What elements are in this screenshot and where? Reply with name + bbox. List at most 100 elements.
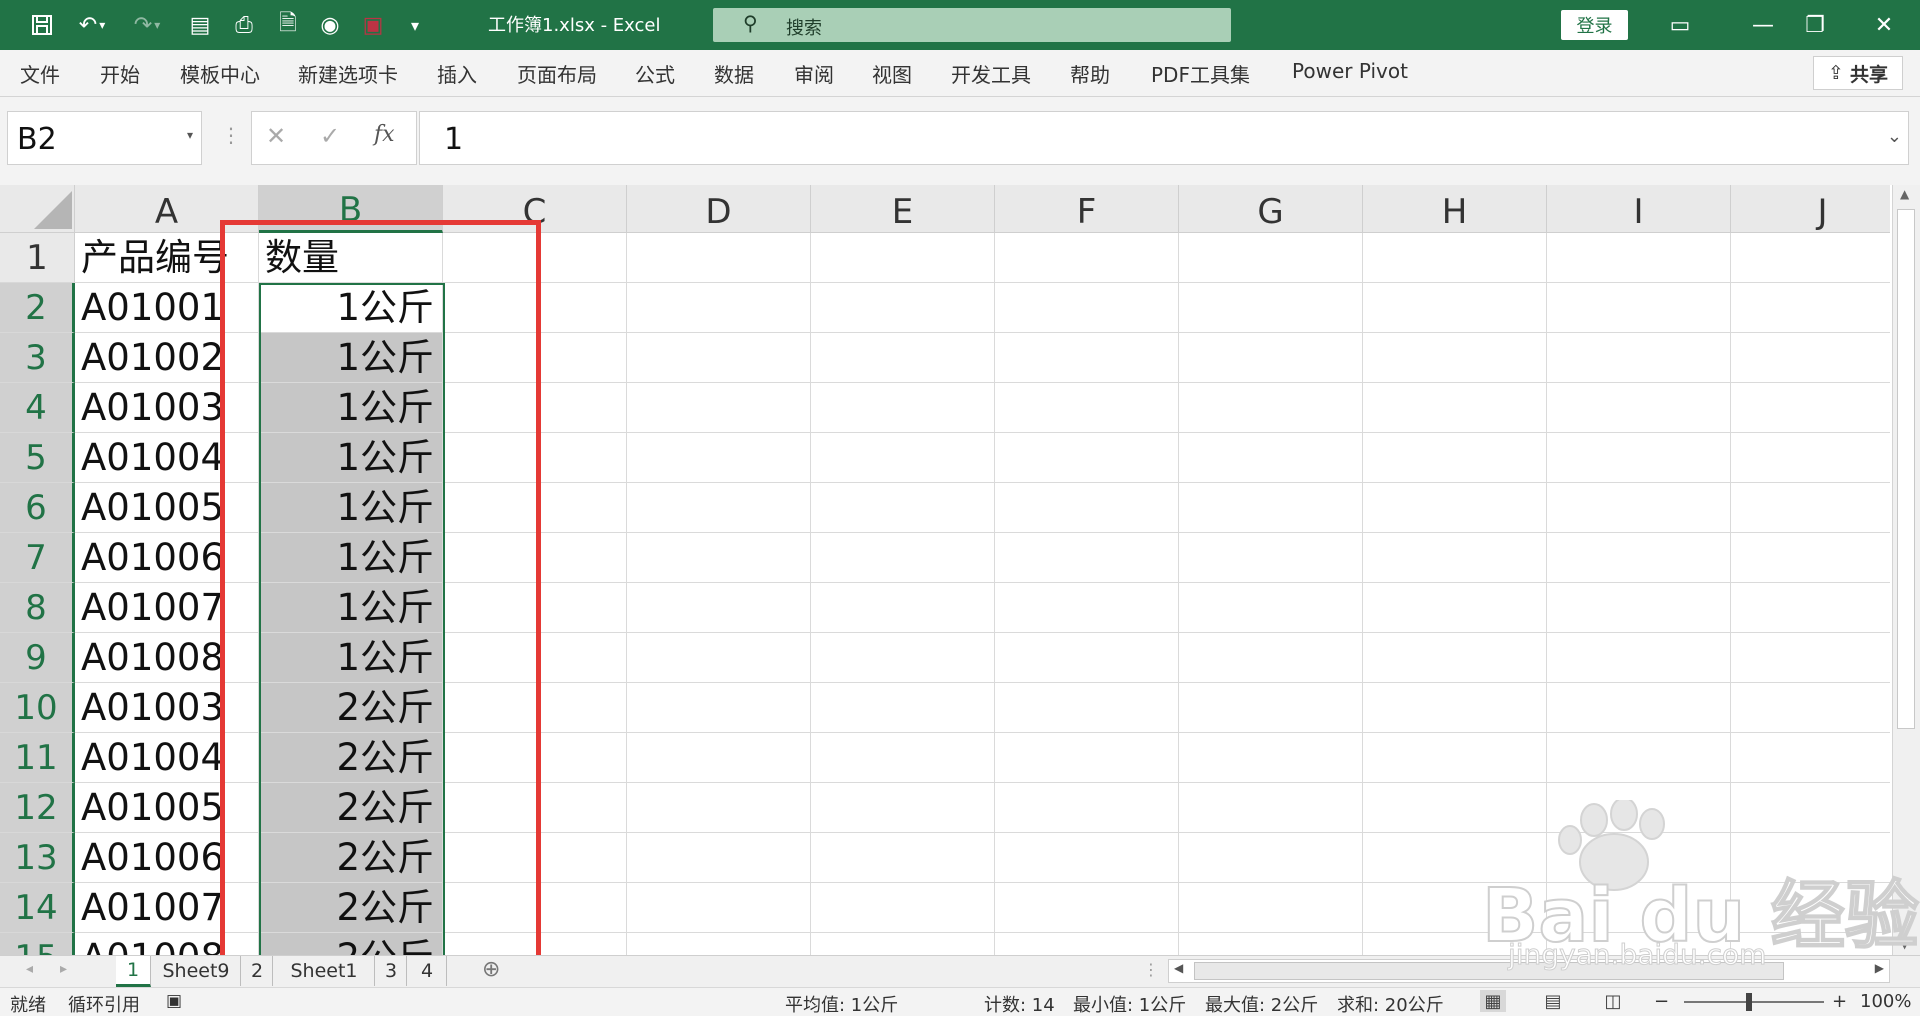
cell-empty[interactable] [1547, 633, 1731, 683]
cell-a[interactable]: A01003 [75, 683, 259, 733]
cell-empty[interactable] [1179, 833, 1363, 883]
cancel-icon[interactable]: ✕ [266, 122, 286, 150]
cell-empty[interactable] [811, 283, 995, 333]
cell-b[interactable]: 1公斤 [259, 633, 443, 683]
column-header-i[interactable]: I [1547, 185, 1731, 233]
cell-empty[interactable] [443, 283, 627, 333]
row-header[interactable]: 3 [0, 333, 75, 383]
cell-empty[interactable] [811, 883, 995, 933]
cell-empty[interactable] [995, 733, 1179, 783]
cell-empty[interactable] [627, 483, 811, 533]
cell-empty[interactable] [443, 583, 627, 633]
cell-empty[interactable] [811, 233, 995, 283]
normal-view-icon[interactable]: ▦ [1480, 990, 1506, 1012]
cell-empty[interactable] [1179, 883, 1363, 933]
cell-b[interactable]: 2公斤 [259, 883, 443, 933]
cell-a[interactable]: A01006 [75, 833, 259, 883]
form-icon[interactable]: ▤ [182, 0, 218, 50]
cell-empty[interactable] [1547, 833, 1731, 883]
cell-empty[interactable] [1179, 283, 1363, 333]
cell-empty[interactable] [995, 483, 1179, 533]
sheet-tab-sheet9[interactable]: Sheet9 [152, 956, 241, 986]
cell-empty[interactable] [811, 333, 995, 383]
page-layout-view-icon[interactable]: ▤ [1540, 990, 1566, 1012]
vertical-scroll-thumb[interactable] [1897, 209, 1915, 729]
column-header-f[interactable]: F [995, 185, 1179, 233]
tab-new-tab[interactable]: 新建选项卡 [298, 59, 398, 88]
cell-empty[interactable] [1731, 383, 1890, 433]
cell-b[interactable]: 1公斤 [259, 433, 443, 483]
vertical-scrollbar[interactable]: ▲ ▼ [1892, 185, 1920, 955]
tab-insert[interactable]: 插入 [437, 59, 477, 88]
row-header[interactable]: 1 [0, 233, 75, 283]
column-header-e[interactable]: E [811, 185, 995, 233]
cell-empty[interactable] [1179, 333, 1363, 383]
tab-split-handle-icon[interactable]: ⋮ [1143, 960, 1159, 979]
cell-empty[interactable] [1179, 783, 1363, 833]
cell-empty[interactable] [627, 533, 811, 583]
cell-empty[interactable] [1547, 383, 1731, 433]
cell-empty[interactable] [1547, 433, 1731, 483]
cell-empty[interactable] [995, 933, 1179, 955]
cell-empty[interactable] [811, 383, 995, 433]
cell-a[interactable]: 产品编号 [75, 233, 259, 283]
cell-empty[interactable] [1547, 533, 1731, 583]
cell-empty[interactable] [1363, 633, 1547, 683]
cell-empty[interactable] [443, 733, 627, 783]
cell-empty[interactable] [995, 333, 1179, 383]
status-circular-reference[interactable]: 循环引用 [68, 991, 140, 1017]
cell-a[interactable]: A01001 [75, 283, 259, 333]
cell-empty[interactable] [443, 483, 627, 533]
cell-empty[interactable] [1547, 283, 1731, 333]
customize-toolbar-icon[interactable]: ▾ [398, 0, 432, 50]
scroll-right-icon[interactable]: ▶ [1875, 961, 1884, 975]
page-break-view-icon[interactable]: ◫ [1600, 990, 1626, 1012]
cell-b[interactable]: 数量 [259, 233, 443, 283]
cell-a[interactable]: A01004 [75, 733, 259, 783]
scroll-up-icon[interactable]: ▲ [1900, 187, 1909, 201]
cell-empty[interactable] [627, 433, 811, 483]
cell-empty[interactable] [443, 233, 627, 283]
cell-a[interactable]: A01007 [75, 883, 259, 933]
cell-empty[interactable] [1179, 433, 1363, 483]
cell-empty[interactable] [1363, 733, 1547, 783]
status-min[interactable]: 最小值: 1公斤 [1073, 991, 1186, 1017]
cell-empty[interactable] [811, 733, 995, 783]
cell-empty[interactable] [1547, 583, 1731, 633]
cell-b[interactable]: 1公斤 [259, 383, 443, 433]
cell-b[interactable]: 2公斤 [259, 933, 443, 955]
column-header-g[interactable]: G [1179, 185, 1363, 233]
scroll-left-icon[interactable]: ◀ [1174, 961, 1183, 975]
cell-empty[interactable] [1547, 483, 1731, 533]
close-icon[interactable]: ✕ [1864, 0, 1904, 50]
cell-empty[interactable] [1179, 383, 1363, 433]
cell-empty[interactable] [995, 383, 1179, 433]
column-header-b[interactable]: B [259, 185, 443, 233]
cell-empty[interactable] [1179, 633, 1363, 683]
sheet-tab-1[interactable]: 1 [116, 956, 151, 987]
tab-page-layout[interactable]: 页面布局 [517, 59, 597, 88]
cell-empty[interactable] [811, 483, 995, 533]
undo-icon[interactable]: ↶ ▾ [70, 0, 114, 50]
cell-empty[interactable] [1363, 683, 1547, 733]
prev-sheet-icon[interactable]: ◂ [26, 961, 33, 977]
cell-empty[interactable] [1363, 333, 1547, 383]
cell-b[interactable]: 1公斤 [259, 333, 443, 383]
cell-a[interactable]: A01002 [75, 333, 259, 383]
row-header[interactable]: 14 [0, 883, 75, 933]
drag-handle-icon[interactable]: ⋮ [221, 123, 241, 147]
row-header[interactable]: 12 [0, 783, 75, 833]
scroll-down-icon[interactable]: ▼ [1900, 937, 1909, 951]
cell-empty[interactable] [1363, 483, 1547, 533]
next-sheet-icon[interactable]: ▸ [60, 961, 67, 977]
cell-empty[interactable] [995, 583, 1179, 633]
print-preview-icon[interactable]: ⎙ [226, 0, 262, 50]
cell-a[interactable]: A01006 [75, 533, 259, 583]
cell-empty[interactable] [1731, 833, 1890, 883]
column-header-j[interactable]: J [1731, 185, 1890, 233]
sheet-tab-sheet1[interactable]: Sheet1 [274, 956, 375, 986]
cell-empty[interactable] [627, 733, 811, 783]
cell-empty[interactable] [995, 633, 1179, 683]
cell-a[interactable]: A01005 [75, 483, 259, 533]
redo-icon[interactable]: ↷ ▾ [125, 0, 169, 50]
